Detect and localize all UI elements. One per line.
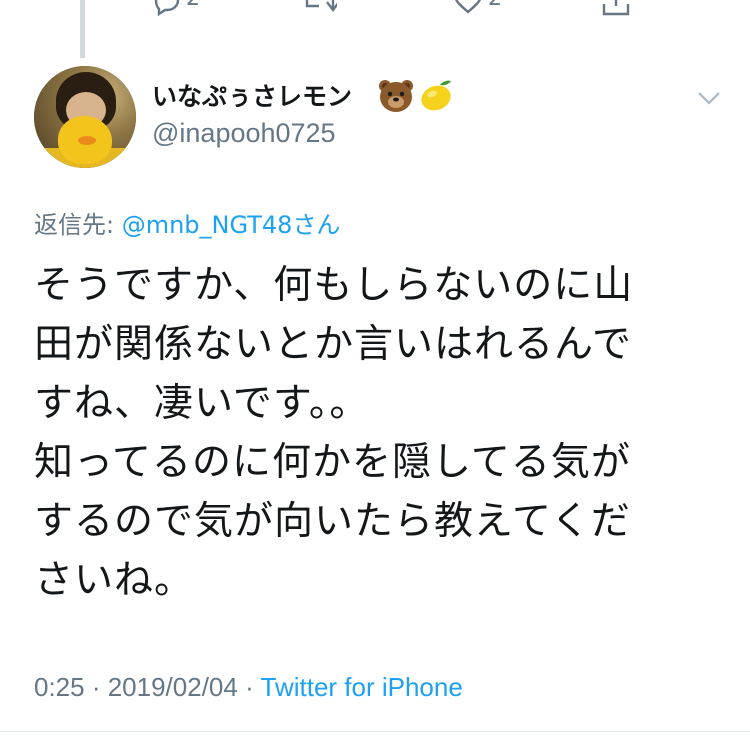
tweet-text: そうですか、何もしらないのに山 田が関係ないとか言いはれるんで すね、凄いです。… [34, 256, 724, 610]
reply-action[interactable]: 2 [152, 0, 200, 16]
reply-count: 2 [186, 0, 200, 12]
meta-separator: · [237, 672, 261, 702]
retweet-icon [305, 0, 337, 12]
tweet-line: 田が関係ないとか言いはれるんで [34, 322, 633, 367]
heart-icon [454, 0, 482, 14]
chevron-down-icon[interactable] [696, 88, 722, 108]
lemon-icon [418, 79, 454, 113]
reply-icon [154, 0, 180, 16]
tweet-meta: 0:25 · 2019/02/04 · Twitter for iPhone [34, 669, 463, 705]
tweet-line: 知ってるのに何かを隠してる気が [34, 440, 631, 485]
tweet-line: するので気が向いたら教えてくだ [34, 499, 631, 544]
user-handle[interactable]: @inapooh0725 [152, 116, 336, 150]
reply-prefix: 返信先: [34, 211, 122, 239]
bear-face-icon [378, 79, 414, 113]
display-name[interactable]: いなぷぅさレモン [152, 80, 352, 114]
meta-separator: · [84, 672, 108, 702]
tweet-line: すね、凄いです。。 [34, 381, 370, 426]
divider [0, 731, 750, 732]
reply-mention-link[interactable]: @mnb_NGT48さん [122, 211, 341, 239]
tweet-date: 2019/02/04 [107, 672, 238, 702]
previous-tweet-actions: 2 2 [0, 0, 750, 22]
tweet-time: 0:25 [34, 672, 85, 702]
avatar[interactable] [34, 66, 136, 168]
replying-to: 返信先: @mnb_NGT48さん [34, 208, 340, 242]
like-count: 2 [488, 0, 502, 12]
retweet-action[interactable] [303, 0, 337, 16]
tweet-source-link[interactable]: Twitter for iPhone [261, 672, 463, 702]
share-action[interactable] [600, 0, 632, 18]
tweet-line: そうですか、何もしらないのに山 [34, 263, 634, 308]
like-action[interactable]: 2 [452, 0, 502, 16]
share-icon [602, 0, 630, 16]
tweet-line: さいね。 [34, 558, 195, 603]
